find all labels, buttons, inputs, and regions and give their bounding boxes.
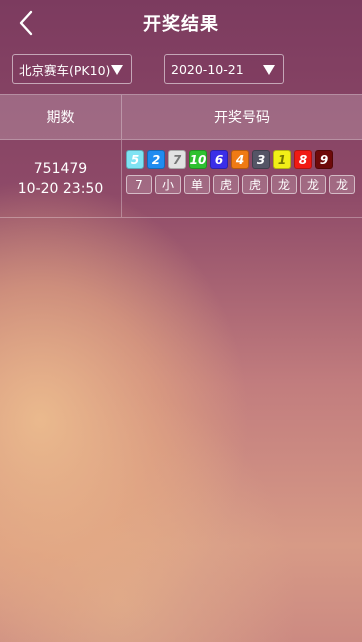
result-attribute-tag: 龙 <box>300 175 326 194</box>
date-select-value: 2020-10-21 <box>171 61 244 77</box>
header-bar: 开奖结果 <box>0 0 362 46</box>
number-ball: 6 <box>210 150 228 169</box>
issue-number: 751479 <box>33 160 88 177</box>
result-attribute-tag: 虎 <box>213 175 239 194</box>
results-table: 期数 开奖号码 751479 10-20 23:50 5 2 7 10 6 4 3 1 8 9 7… <box>0 94 362 218</box>
number-ball: 9 <box>315 150 333 169</box>
issue-cell: 751479 10-20 23:50 <box>0 140 122 217</box>
filter-bar: 北京赛车(PK10) 2020-10-21 <box>0 46 362 94</box>
caret-down-icon <box>263 65 275 75</box>
number-ball: 5 <box>126 150 144 169</box>
result-attribute-tag: 小 <box>155 175 181 194</box>
lottery-select-value: 北京赛车(PK10) <box>19 62 111 78</box>
back-arrow-icon[interactable] <box>14 9 40 37</box>
result-attribute-tag: 7 <box>126 175 152 194</box>
result-attribute-tag: 龙 <box>329 175 355 194</box>
date-select[interactable]: 2020-10-21 <box>164 54 284 84</box>
draw-time: 10-20 23:50 <box>17 180 104 197</box>
column-header-numbers: 开奖号码 <box>214 110 270 126</box>
number-ball: 10 <box>189 150 207 169</box>
column-header-issue: 期数 <box>0 95 122 139</box>
caret-down-icon <box>111 65 123 75</box>
table-row: 751479 10-20 23:50 5 2 7 10 6 4 3 1 8 9 7小单虎虎龙龙龙 <box>0 140 362 218</box>
result-attributes: 7小单虎虎龙龙龙 <box>126 175 362 194</box>
number-ball: 2 <box>147 150 165 169</box>
number-ball: 7 <box>168 150 186 169</box>
number-ball: 4 <box>231 150 249 169</box>
number-ball: 3 <box>252 150 270 169</box>
number-ball: 8 <box>294 150 312 169</box>
numbers-cell: 5 2 7 10 6 4 3 1 8 9 7小单虎虎龙龙龙 <box>122 140 362 217</box>
number-balls: 5 2 7 10 6 4 3 1 8 9 <box>126 150 362 169</box>
lottery-select[interactable]: 北京赛车(PK10) <box>12 54 132 84</box>
number-ball: 1 <box>273 150 291 169</box>
table-header: 期数 开奖号码 <box>0 94 362 140</box>
page-title: 开奖结果 <box>143 14 219 35</box>
result-attribute-tag: 龙 <box>271 175 297 194</box>
result-attribute-tag: 虎 <box>242 175 268 194</box>
result-attribute-tag: 单 <box>184 175 210 194</box>
